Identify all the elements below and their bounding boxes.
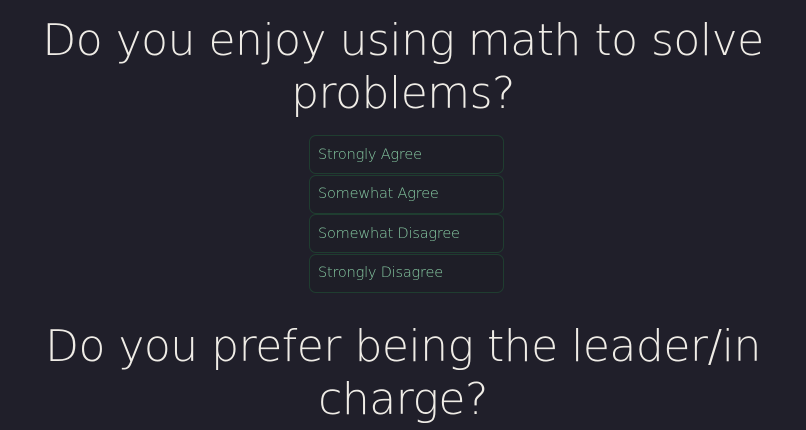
option-somewhat-agree[interactable]: Somewhat Agree [309, 174, 504, 214]
answer-options: Strongly Agree Somewhat Agree Somewhat D… [309, 135, 504, 293]
question-title: Do you enjoy using math to solve problem… [42, 15, 764, 119]
quiz-page: Do you enjoy using math to solve problem… [0, 0, 806, 430]
option-strongly-agree[interactable]: Strongly Agree [309, 135, 504, 174]
question-title: Do you prefer being the leader/in charge… [45, 321, 761, 425]
option-somewhat-disagree[interactable]: Somewhat Disagree [309, 214, 504, 253]
option-strongly-disagree[interactable]: Strongly Disagree [309, 253, 504, 293]
